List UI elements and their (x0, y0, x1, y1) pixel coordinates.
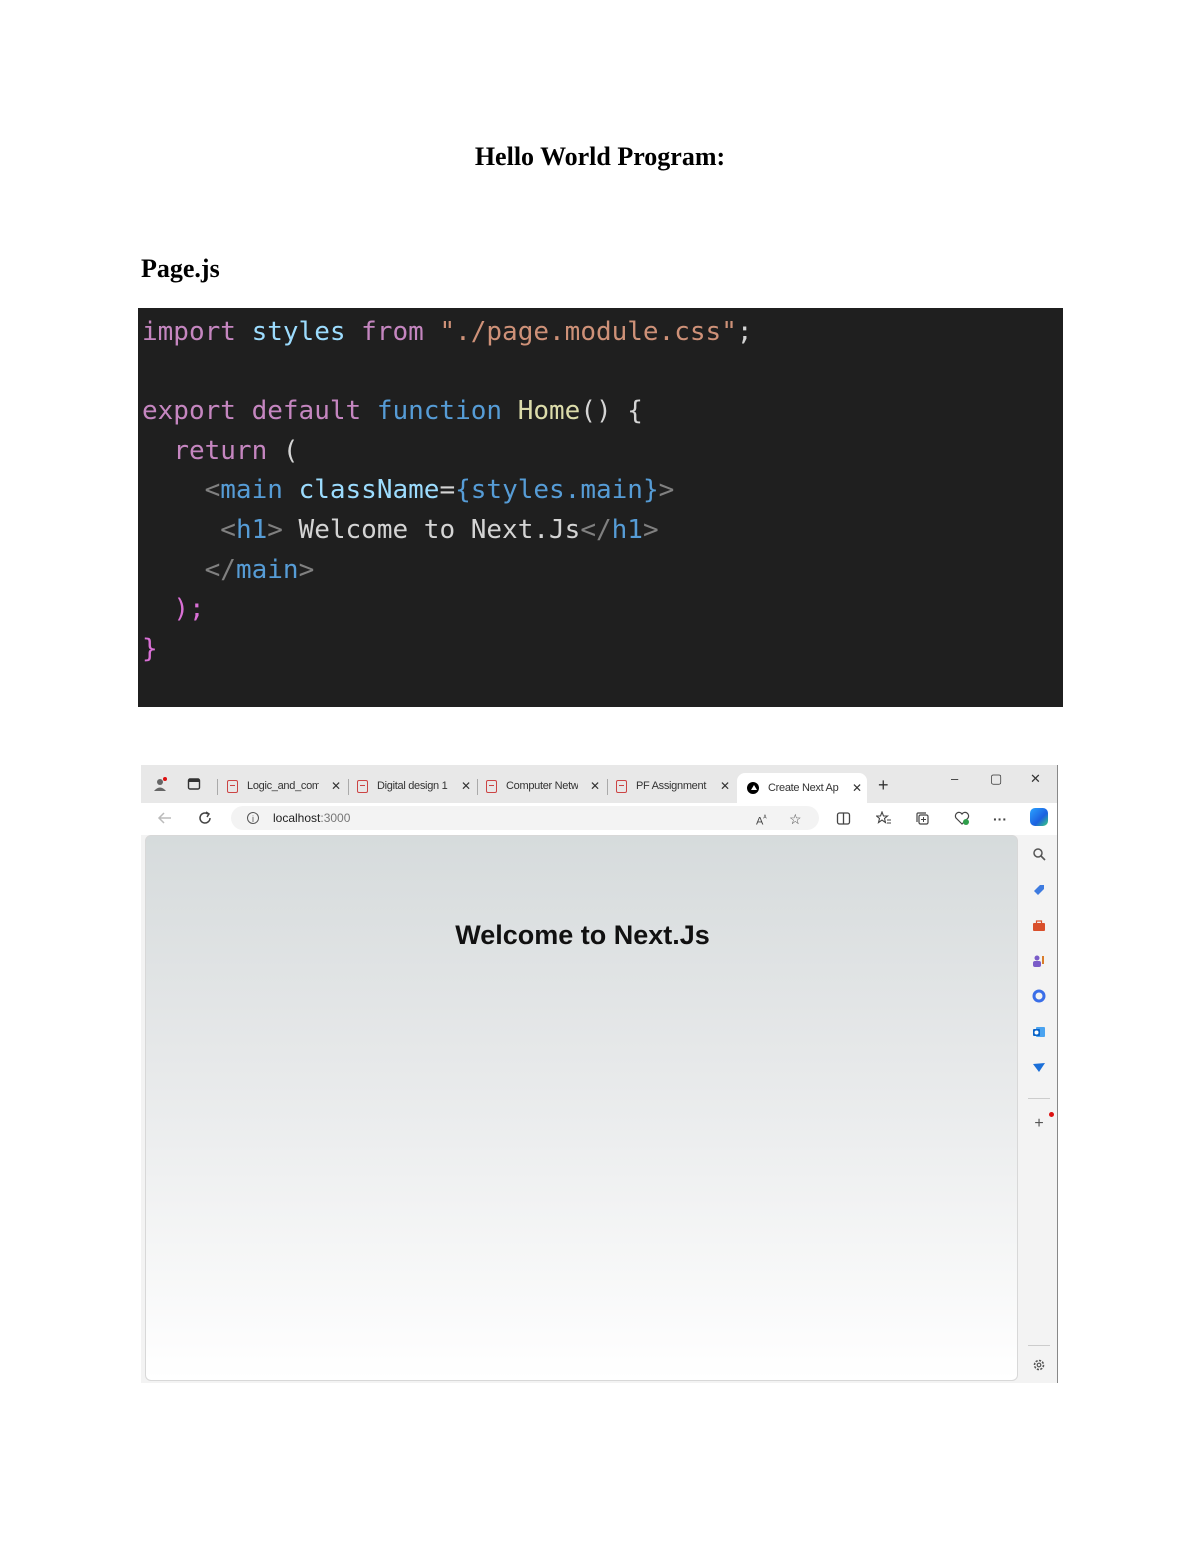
code-line-6: <h1> Welcome to Next.Js</h1> (142, 514, 659, 546)
code-token: Home (517, 396, 581, 426)
code-token: </ (204, 555, 236, 585)
doc-title: Hello World Program: (474, 142, 726, 171)
code-token: ; (736, 317, 753, 347)
page-heading: Welcome to Next.Js (455, 920, 710, 950)
code-token: export (142, 396, 236, 426)
code-token: </ (580, 515, 612, 545)
code-token: from (361, 317, 424, 347)
code-token: > (298, 555, 315, 585)
code-line-1: import styles from "./page.module.css"; (142, 316, 753, 348)
split-screen-icon[interactable] (836, 811, 851, 829)
code-token: function (376, 396, 503, 426)
code-token: {styles.main} (455, 475, 659, 505)
code-token: > (267, 515, 283, 545)
code-line-3: export default function Home() { (142, 395, 643, 427)
tab-label: Computer Netw (506, 780, 578, 792)
tab-label: Digital design 1 (377, 780, 448, 792)
outlook-icon[interactable] (1032, 1025, 1046, 1039)
drop-icon[interactable] (1032, 1060, 1046, 1074)
star-icon[interactable]: ☆ (789, 811, 802, 827)
tab-label: Create Next Ap (768, 782, 839, 794)
read-aloud-icon[interactable]: Aᴬ (756, 811, 767, 830)
pdf-icon (357, 779, 368, 793)
refresh-icon[interactable] (197, 810, 213, 831)
new-tab-button[interactable]: + (878, 775, 889, 796)
code-token: ( (267, 436, 299, 466)
pdf-icon (616, 779, 627, 793)
collections-icon[interactable] (915, 811, 930, 829)
profile-icon[interactable] (153, 777, 167, 791)
pdf-icon (227, 779, 238, 793)
games-icon[interactable] (1032, 954, 1046, 968)
code-token: } (142, 634, 158, 664)
code-token: < (204, 475, 221, 505)
code-line-5: <main className={styles.main}> (142, 474, 675, 506)
maximize-button[interactable]: ▢ (990, 771, 1002, 787)
browser-window: Logic_and_com ✕ Digital design 1 ✕ Compu… (141, 765, 1058, 1383)
code-token: Welcome to Next.Js (282, 515, 581, 545)
tools-icon[interactable] (1032, 919, 1046, 933)
tab-pf-assignment[interactable]: PF Assignment ✕ (616, 773, 730, 799)
code-token: main (235, 555, 299, 585)
code-token: import (142, 317, 236, 347)
code-token: = (439, 475, 456, 505)
code-line-7: </main> (142, 554, 315, 586)
url-port: :3000 (320, 811, 351, 825)
tab-actions-icon[interactable] (187, 777, 201, 791)
code-token: h1 (611, 515, 643, 545)
code-token: h1 (235, 515, 268, 545)
code-block: import styles from "./page.module.css"; … (138, 308, 1063, 707)
tab-label: PF Assignment (636, 780, 707, 792)
tab-create-next-app[interactable]: Create Next Ap ✕ (737, 773, 867, 803)
office-icon[interactable] (1032, 989, 1046, 1003)
edge-sidebar: + (1020, 803, 1057, 1383)
code-token: main (220, 475, 283, 505)
browser-essentials-icon[interactable] (954, 811, 970, 829)
code-line-9: } (142, 633, 158, 665)
close-window-button[interactable]: ✕ (1030, 771, 1041, 787)
code-token: < (220, 515, 236, 545)
page-viewport: Welcome to Next.Js (145, 835, 1018, 1381)
close-icon[interactable]: ✕ (331, 779, 341, 793)
code-token: > (658, 475, 675, 505)
tab-computer-networks[interactable]: Computer Netw ✕ (486, 773, 600, 799)
code-token: ); (173, 594, 205, 624)
gear-icon[interactable] (1032, 1358, 1046, 1372)
close-icon[interactable]: ✕ (590, 779, 600, 793)
url-field[interactable]: i localhost:3000 (231, 806, 819, 830)
code-token: default (251, 396, 362, 426)
close-icon[interactable]: ✕ (720, 779, 730, 793)
copilot-icon[interactable] (1030, 808, 1048, 826)
add-sidebar-app-icon[interactable]: + (1032, 1116, 1046, 1132)
pdf-icon (486, 779, 497, 793)
tab-digital-design[interactable]: Digital design 1 ✕ (357, 773, 471, 799)
search-icon[interactable] (1032, 847, 1046, 861)
url-host: localhost (273, 811, 321, 825)
code-token: styles (251, 317, 346, 347)
file-label: Page.js (141, 254, 220, 283)
code-token: () { (580, 396, 643, 426)
more-icon[interactable]: ··· (993, 811, 1007, 827)
code-token: className (298, 475, 440, 505)
code-line-8: ); (142, 593, 205, 625)
close-icon[interactable]: ✕ (852, 781, 862, 795)
address-bar: i localhost:3000 Aᴬ ☆ ··· (141, 803, 1057, 835)
code-token: return (173, 436, 268, 466)
nextjs-logo-icon (747, 782, 759, 794)
code-line-4: return ( (142, 435, 299, 467)
tab-logic[interactable]: Logic_and_com ✕ (227, 773, 341, 799)
close-icon[interactable]: ✕ (461, 779, 471, 793)
code-token: "./page.module.css" (439, 317, 737, 347)
minimize-button[interactable]: – (951, 771, 958, 786)
tab-label: Logic_and_com (247, 780, 319, 792)
info-icon[interactable]: i (247, 812, 259, 824)
tab-bar: Logic_and_com ✕ Digital design 1 ✕ Compu… (141, 765, 1057, 803)
favorites-icon[interactable] (874, 810, 892, 829)
shopping-tag-icon[interactable] (1032, 883, 1046, 897)
back-arrow-icon[interactable] (157, 810, 173, 831)
code-token: > (642, 515, 659, 545)
